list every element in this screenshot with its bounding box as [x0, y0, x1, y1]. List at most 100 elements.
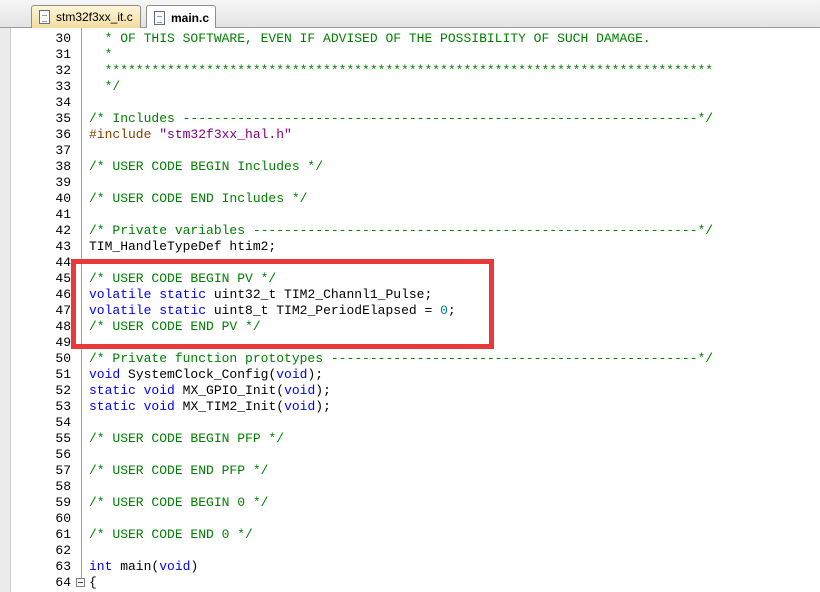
- code-token: );: [315, 383, 331, 398]
- code-line[interactable]: 49: [0, 335, 820, 351]
- code-text: /* Private function prototypes ---------…: [89, 351, 713, 367]
- line-number: 42: [55, 223, 71, 238]
- code-line[interactable]: 54: [0, 415, 820, 431]
- line-number: 38: [55, 159, 71, 174]
- code-token: /* USER CODE BEGIN Includes */: [89, 159, 324, 174]
- code-text: TIM_HandleTypeDef htim2;: [89, 239, 276, 255]
- code-line[interactable]: 45 /* USER CODE BEGIN PV */: [0, 271, 820, 287]
- code-line[interactable]: 53 static void MX_TIM2_Init(void);: [0, 399, 820, 415]
- code-line[interactable]: 39: [0, 175, 820, 191]
- code-line[interactable]: 64 {: [0, 575, 820, 591]
- code-line[interactable]: 56: [0, 447, 820, 463]
- code-text: #include "stm32f3xx_hal.h": [89, 127, 292, 143]
- code-line[interactable]: 48 /* USER CODE END PV */: [0, 319, 820, 335]
- code-line[interactable]: 32 *************************************…: [0, 63, 820, 79]
- tab-main-c[interactable]: main.c: [146, 5, 216, 29]
- code-line[interactable]: 31 *: [0, 47, 820, 63]
- line-number: 40: [55, 191, 71, 206]
- line-number: 34: [55, 95, 71, 110]
- code-token: /* USER CODE BEGIN PV */: [89, 271, 277, 286]
- line-number: 30: [55, 31, 71, 46]
- line-number: 59: [55, 495, 71, 510]
- code-token: void: [284, 399, 316, 414]
- line-number: 50: [55, 351, 71, 366]
- code-line[interactable]: 33 */: [0, 79, 820, 95]
- line-number: 61: [55, 527, 71, 542]
- line-number: 36: [55, 127, 71, 142]
- code-text: * OF THIS SOFTWARE, EVEN IF ADVISED OF T…: [89, 31, 651, 47]
- code-editor[interactable]: 30 * OF THIS SOFTWARE, EVEN IF ADVISED O…: [0, 28, 820, 592]
- code-text: {: [89, 575, 97, 591]
- code-token: * OF THIS SOFTWARE, EVEN IF ADVISED OF T…: [89, 31, 651, 46]
- code-lines[interactable]: 30 * OF THIS SOFTWARE, EVEN IF ADVISED O…: [0, 31, 820, 591]
- line-number: 54: [55, 415, 71, 430]
- code-text: volatile static uint32_t TIM2_Channl1_Pu…: [89, 287, 432, 303]
- line-number: 46: [55, 287, 71, 302]
- code-token: MX_GPIO_Init(: [174, 383, 285, 398]
- code-line[interactable]: 61 /* USER CODE END 0 */: [0, 527, 820, 543]
- line-number: 33: [55, 79, 71, 94]
- code-text: */: [89, 79, 121, 95]
- line-number: 39: [55, 175, 71, 190]
- code-text: /* USER CODE END 0 */: [89, 527, 253, 543]
- tab-stm32f3xx-it[interactable]: stm32f3xx_it.c: [31, 5, 141, 28]
- code-token: TIM_HandleTypeDef htim2;: [89, 239, 277, 254]
- code-text: /* Private variables -------------------…: [89, 223, 713, 239]
- code-token: 0: [440, 303, 448, 318]
- code-token: /* Private function prototypes ---------…: [89, 351, 714, 366]
- line-number: 49: [55, 335, 71, 350]
- code-line[interactable]: 44: [0, 255, 820, 271]
- line-number: 43: [55, 239, 71, 254]
- code-line[interactable]: 46 volatile static uint32_t TIM2_Channl1_…: [0, 287, 820, 303]
- line-number: 62: [55, 543, 71, 558]
- code-line[interactable]: 52 static void MX_GPIO_Init(void);: [0, 383, 820, 399]
- tab-label: main.c: [171, 10, 210, 25]
- code-token: *: [89, 47, 113, 62]
- line-number: 52: [55, 383, 71, 398]
- code-line[interactable]: 57 /* USER CODE END PFP */: [0, 463, 820, 479]
- code-token: static: [159, 303, 207, 318]
- line-number: 31: [55, 47, 71, 62]
- code-line[interactable]: 43 TIM_HandleTypeDef htim2;: [0, 239, 820, 255]
- document-icon: [154, 10, 165, 25]
- line-number: 57: [55, 463, 71, 478]
- code-token: #include: [89, 127, 160, 142]
- line-number: 45: [55, 271, 71, 286]
- code-line[interactable]: 51 void SystemClock_Config(void);: [0, 367, 820, 383]
- code-text: /* USER CODE BEGIN 0 */: [89, 495, 268, 511]
- code-line[interactable]: 58: [0, 479, 820, 495]
- code-text: static void MX_GPIO_Init(void);: [89, 383, 331, 399]
- code-token: main(: [112, 559, 160, 574]
- code-line[interactable]: 59 /* USER CODE BEGIN 0 */: [0, 495, 820, 511]
- code-token: /* Includes ----------------------------…: [89, 111, 714, 126]
- code-token: "stm32f3xx_hal.h": [159, 127, 292, 142]
- line-number: 48: [55, 319, 71, 334]
- code-line[interactable]: 34: [0, 95, 820, 111]
- code-line[interactable]: 47 volatile static uint8_t TIM2_PeriodEla…: [0, 303, 820, 319]
- code-token: static: [89, 383, 136, 398]
- code-token: static: [159, 287, 207, 302]
- code-line[interactable]: 42 /* Private variables -----------------…: [0, 223, 820, 239]
- line-number: 63: [55, 559, 71, 574]
- code-text: /* Includes ----------------------------…: [89, 111, 713, 127]
- code-line[interactable]: 50 /* Private function prototypes -------…: [0, 351, 820, 367]
- code-token: void: [143, 383, 175, 398]
- code-line[interactable]: 41: [0, 207, 820, 223]
- code-line[interactable]: 38 /* USER CODE BEGIN Includes */: [0, 159, 820, 175]
- code-token: MX_TIM2_Init(: [174, 399, 285, 414]
- code-line[interactable]: 37: [0, 143, 820, 159]
- code-text: /* USER CODE END PV */: [89, 319, 261, 335]
- code-text: int main(void): [89, 559, 198, 575]
- code-line[interactable]: 63 int main(void): [0, 559, 820, 575]
- code-line[interactable]: 55 /* USER CODE BEGIN PFP */: [0, 431, 820, 447]
- code-token: void: [276, 367, 308, 382]
- code-line[interactable]: 35 /* Includes --------------------------…: [0, 111, 820, 127]
- code-line[interactable]: 36 #include "stm32f3xx_hal.h": [0, 127, 820, 143]
- code-line[interactable]: 30 * OF THIS SOFTWARE, EVEN IF ADVISED O…: [0, 31, 820, 47]
- code-line[interactable]: 60: [0, 511, 820, 527]
- code-line[interactable]: 62: [0, 543, 820, 559]
- code-line[interactable]: 40 /* USER CODE END Includes */: [0, 191, 820, 207]
- document-icon: [39, 10, 50, 24]
- code-token: int: [89, 559, 113, 574]
